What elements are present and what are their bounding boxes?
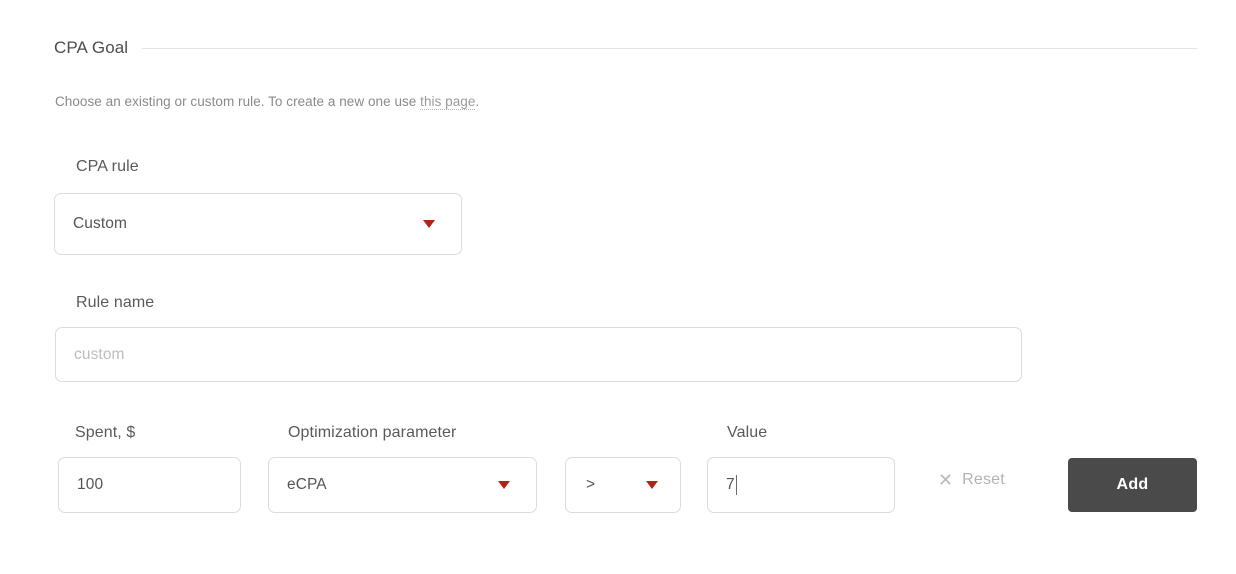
close-x-icon: ✕ xyxy=(938,470,954,490)
rule-name-placeholder: custom xyxy=(74,345,125,363)
optimization-parameter-value: eCPA xyxy=(287,476,327,493)
this-page-link[interactable]: this page xyxy=(420,94,476,110)
description-text-after: . xyxy=(475,94,480,109)
optimization-parameter-label: Optimization parameter xyxy=(288,424,457,441)
rule-name-label: Rule name xyxy=(76,294,155,311)
operator-value: > xyxy=(586,476,596,493)
rule-name-input[interactable]: custom xyxy=(55,327,1022,382)
reset-button[interactable]: ✕ Reset xyxy=(938,471,1005,489)
value-label: Value xyxy=(727,424,768,441)
header-divider xyxy=(142,47,1197,49)
add-button[interactable]: Add xyxy=(1068,458,1197,512)
chevron-down-icon xyxy=(646,481,658,489)
spent-label: Spent, $ xyxy=(75,424,136,441)
value-input[interactable]: 7 xyxy=(707,457,895,513)
reset-label: Reset xyxy=(962,471,1005,488)
cpa-rule-select[interactable]: Custom xyxy=(54,193,462,255)
section-description: Choose an existing or custom rule. To cr… xyxy=(55,94,480,110)
description-text-before: Choose an existing or custom rule. To cr… xyxy=(55,94,421,109)
cpa-rule-label: CPA rule xyxy=(76,158,139,175)
chevron-down-icon xyxy=(498,481,510,489)
operator-select[interactable]: > xyxy=(565,457,681,513)
section-header: CPA Goal xyxy=(54,36,1197,60)
chevron-down-icon xyxy=(423,220,435,228)
spent-value: 100 xyxy=(77,476,104,493)
page-title: CPA Goal xyxy=(54,38,129,57)
text-cursor xyxy=(735,475,737,495)
value-field-value: 7 xyxy=(726,476,735,493)
cpa-rule-value: Custom xyxy=(73,215,128,232)
spent-input[interactable]: 100 xyxy=(58,457,241,513)
optimization-parameter-select[interactable]: eCPA xyxy=(268,457,537,513)
